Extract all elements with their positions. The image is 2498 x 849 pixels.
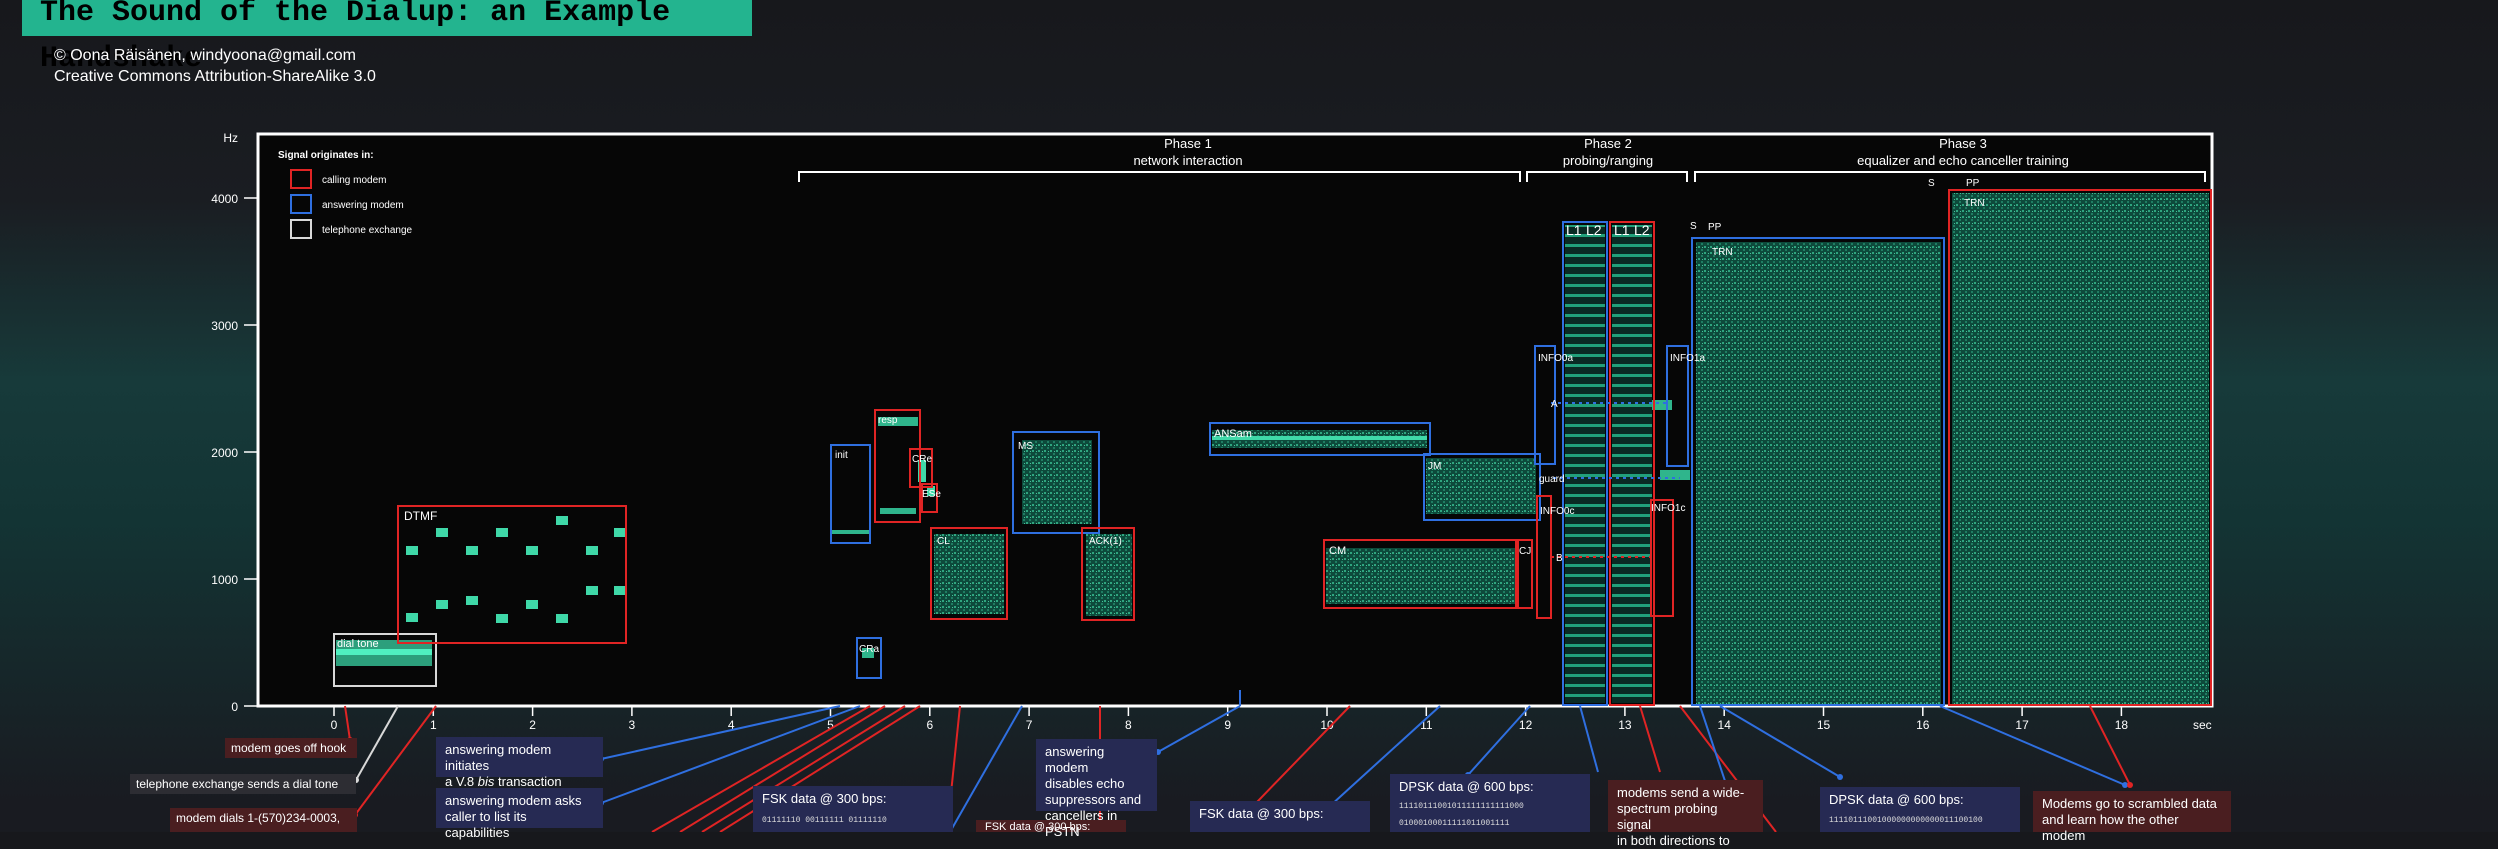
y-tick-4000: 4000 [211,192,238,206]
annotation-dials: modem dials 1-(570)234-0003, [170,808,357,832]
label-cl: CL [937,536,950,547]
label-trn-answering: TRN [1712,247,1733,258]
x-tick-label: 2 [529,718,536,732]
label-pp-calling: PP [1966,178,1980,189]
x-tick-label: 18 [2115,718,2129,732]
x-tick-label: 17 [2015,718,2029,732]
label-s-calling: S [1928,178,1935,189]
label-pp-answering: PP [1708,222,1722,233]
label-a: A [1551,399,1558,410]
label-info0a: INFO0a [1538,353,1573,364]
annotation-fsk-1-title: FSK data @ 300 bps: [762,791,887,806]
y-tick-2000: 2000 [211,446,238,460]
label-cre: CRe [912,454,932,465]
label-jm: JM [1428,461,1441,472]
phase-3-desc: equalizer and echo canceller training [1857,153,2069,168]
label-ese: ESe [922,489,941,500]
annotation-probing-line3: in both directions to [1617,833,1730,848]
label-ack: ACK(1) [1089,536,1122,547]
spectrogram-diagram: Hz 0 1000 2000 3000 4000 0 1 2 3 4 5 6 7 8 9 10 11 1… [211,131,2214,832]
annotation-echo: answering modem disables echo suppressor… [1036,739,1157,839]
label-l1-calling: L1 [1614,222,1630,238]
x-tick-label: 16 [1916,718,1930,732]
annotation-dial-tone-sent: telephone exchange sends a dial tone [130,774,356,794]
label-dtmf: DTMF [404,509,437,523]
annotation-dpsk-1-title: DPSK data @ 600 bps: [1399,779,1534,794]
annotation-scrambled-line2: and learn how the other modem [2042,812,2179,843]
label-b: B [1556,553,1563,564]
phase-1-title: Phase 1 [1164,136,1212,151]
phase-2-title: Phase 2 [1584,136,1632,151]
annotation-dpsk-1: DPSK data @ 600 bps: 1111011100101111111… [1390,774,1590,832]
annotation-dpsk-1-bits1: 11110111001011111111111000 [1399,802,1524,811]
label-dial-tone: dial tone [337,638,379,650]
annotation-probing-line2: spectrum probing signal [1617,801,1718,832]
label-l1-answering: L1 [1566,222,1582,238]
annotation-echo-line1: answering modem [1045,744,1105,775]
label-ansam: ANSam [1214,428,1252,440]
phase-3-title: Phase 3 [1939,136,1987,151]
x-unit-label: sec [2193,718,2212,732]
x-tick-label: 12 [1519,718,1533,732]
x-tick-label: 13 [1618,718,1632,732]
legend-label-calling: calling modem [322,175,386,186]
annotation-fsk-3: FSK data @ 300 bps: [1190,801,1370,832]
label-cm: CM [1329,545,1346,557]
annotation-capabilities-line2: caller to list its capabilities [445,809,527,840]
x-tick-label: 11 [1420,718,1433,732]
y-tick-0: 0 [231,700,238,714]
label-ms: MS [1018,441,1033,452]
annotation-v8bis: answering modem initiates a V.8 bis tran… [436,737,603,789]
label-resp: resp [878,415,898,426]
y-tick-3000: 3000 [211,319,238,333]
annotation-capabilities-line1: answering modem asks [445,793,582,808]
label-l2-answering: L2 [1586,222,1602,238]
label-s-answering: S [1690,221,1697,232]
annotation-off-hook: modem goes off hook [225,738,357,758]
annotation-dpsk-2-title: DPSK data @ 600 bps: [1829,792,1964,807]
x-tick-label: 9 [1224,718,1231,732]
annotation-capabilities: answering modem asks caller to list its … [436,788,603,840]
x-tick-label: 8 [1125,718,1132,732]
annotation-v8bis-line1: answering modem initiates [445,742,552,773]
annotation-fsk-1: FSK data @ 300 bps: 01111110 00111111 01… [753,786,953,832]
annotation-v8bis-2b: bis [477,774,495,789]
y-unit-label: Hz [223,131,238,145]
x-tick-label: 15 [1817,718,1831,732]
annotation-echo-line3: suppressors and [1045,792,1142,807]
label-l2-calling: L2 [1634,222,1650,238]
x-tick-label: 0 [331,718,338,732]
legend-label-answering: answering modem [322,200,404,211]
label-cra: CRa [859,644,879,655]
annotation-dpsk-2-bits: 11110111001000000000000011100100 [1829,816,1983,825]
label-info1a: INFO1a [1670,353,1705,364]
x-tick-label: 7 [1026,718,1033,732]
annotation-probing-line1: modems send a wide- [1617,785,1745,800]
phase-2-desc: probing/ranging [1563,153,1653,168]
label-info0c: INFO0c [1540,506,1574,517]
x-tick-label: 14 [1718,718,1732,732]
x-tick-label: 6 [926,718,933,732]
x-tick-label: 3 [629,718,636,732]
label-guard: guard [1539,474,1565,485]
annotation-dpsk-2: DPSK data @ 600 bps: 1111011100100000000… [1820,787,2020,832]
label-cj: CJ [1519,546,1531,557]
label-trn-calling: TRN [1964,198,1985,209]
phase-1-desc: network interaction [1133,153,1242,168]
x-tick-label: 1 [430,718,437,732]
annotation-scrambled: Modems go to scrambled data and learn ho… [2033,791,2231,843]
label-info1c: INFO1c [1651,503,1685,514]
y-tick-1000: 1000 [211,573,238,587]
label-init: init [835,450,848,461]
annotation-probing: modems send a wide- spectrum probing sig… [1608,780,1763,848]
annotation-scrambled-line1: Modems go to scrambled data [2042,796,2217,811]
annotation-echo-line4: cancellers in PSTN [1045,808,1118,839]
annotation-echo-line2: disables echo [1045,776,1125,791]
annotation-dpsk-1-bits2: 01000100011111011001111 [1399,819,1510,828]
annotation-v8bis-2a: a V.8 [445,774,478,789]
annotation-fsk-1-bits: 01111110 00111111 01111110 [762,816,887,825]
annotation-v8bis-2c: transaction [494,774,562,789]
legend-title: Signal originates in: [278,150,374,161]
legend-label-exchange: telephone exchange [322,225,413,236]
